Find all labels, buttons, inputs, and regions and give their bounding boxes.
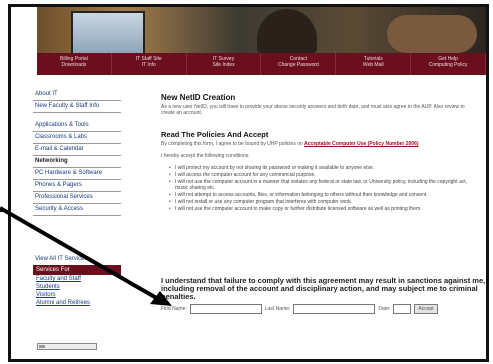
services-link[interactable]: Alumni and Retirees <box>33 299 121 307</box>
date-input[interactable] <box>393 304 412 314</box>
conditions-intro: I hereby accept the following conditions… <box>161 153 250 159</box>
sidebar-item[interactable]: About IT <box>33 89 121 101</box>
policy-paragraph: By completing this form, I agree to be b… <box>161 141 479 147</box>
nav-item-sublabel[interactable]: IT Info <box>112 62 186 69</box>
sidebar-item[interactable]: New Faculty & Staff Info <box>33 101 121 113</box>
signature-row: First Name: Last Name: Date: Accept <box>161 303 479 315</box>
nav-item-sublabel[interactable]: Downloads <box>37 62 111 69</box>
services-title: Services For <box>33 265 121 275</box>
sidebar-item[interactable]: Phones & Pagers <box>33 180 121 192</box>
policies-heading: Read The Policies And Accept <box>161 130 269 139</box>
nav-item[interactable]: Get Help Computing Policy <box>411 53 486 75</box>
scrollbar-thumb[interactable] <box>39 345 45 348</box>
conditions-list: I will protect my account by not sharing… <box>161 165 479 212</box>
condition-item: I will not install or use any computer p… <box>169 199 479 205</box>
sidebar-item[interactable]: E-mail & Calendar <box>33 144 121 156</box>
nav-item-sublabel[interactable]: Computing Policy <box>411 62 485 69</box>
services-link[interactable]: Visitors <box>33 291 121 299</box>
nav-item[interactable]: Contact Change Password <box>261 53 337 75</box>
header-banner-image <box>37 7 486 55</box>
first-name-input[interactable] <box>189 304 262 314</box>
nav-item[interactable]: IT Staff Site IT Info <box>112 53 187 75</box>
policy-link[interactable]: Acceptable Computer Use (Policy Number 2… <box>304 141 418 147</box>
condition-item: I will not use the computer account in a… <box>169 179 479 191</box>
horizontal-scrollbar[interactable] <box>37 343 97 350</box>
date-label: Date: <box>378 306 391 312</box>
person-graphic <box>257 9 317 53</box>
condition-item: I will access the computer account for a… <box>169 172 479 178</box>
services-link[interactable]: Faculty and Staff <box>33 275 121 283</box>
hand-graphic <box>387 15 477 53</box>
sidebar-item[interactable]: Professional Services <box>33 192 121 204</box>
sidebar-item[interactable]: Applications & Tools <box>33 120 121 132</box>
services-for-box: Services For Faculty and Staff Students Vi… <box>33 265 121 307</box>
condition-item: I will not attempt to access accounts, f… <box>169 192 479 198</box>
page-title: New NetID Creation <box>161 93 236 102</box>
consent-statement: I understand that failure to comply with… <box>161 276 486 301</box>
nav-item[interactable]: Billing Portal Downloads <box>37 53 112 75</box>
arrow-tail <box>0 210 6 212</box>
policy-text: By completing this form, I agree to be b… <box>161 141 305 147</box>
monitor-graphic <box>71 11 145 55</box>
screenshot-frame: Billing Portal Downloads IT Staff Site IT I… <box>8 4 489 362</box>
nav-item-sublabel[interactable]: Change Password <box>261 62 335 69</box>
last-name-input[interactable] <box>293 304 376 314</box>
sidebar-item[interactable]: PC Hardware & Software <box>33 168 121 180</box>
nav-item[interactable]: Tutorials Web Mail <box>336 53 412 75</box>
nav-item-sublabel[interactable]: Web Mail <box>336 62 410 69</box>
sidebar-item[interactable]: Networking <box>33 156 121 168</box>
condition-item: I will protect my account by not sharing… <box>169 165 479 171</box>
sidebar-item[interactable]: Classrooms & Labs <box>33 132 121 144</box>
accept-button[interactable]: Accept <box>414 304 438 314</box>
nav-item[interactable]: IT Survey Site Index <box>187 53 262 75</box>
first-name-label: First Name: <box>161 306 187 312</box>
intro-paragraph: As a new user NetID, you will have to pr… <box>161 104 465 116</box>
nav-item-sublabel[interactable]: Site Index <box>187 62 261 69</box>
sidebar: About IT New Faculty & Staff Info Applicat… <box>33 89 121 266</box>
top-nav: Billing Portal Downloads IT Staff Site IT I… <box>37 53 486 75</box>
services-link[interactable]: Students <box>33 283 121 291</box>
last-name-label: Last Name: <box>264 306 291 312</box>
main-content: New NetID Creation As a new user NetID, … <box>161 93 479 213</box>
sidebar-item[interactable]: Security & Access <box>33 204 121 216</box>
condition-item: I will not use the computer account to m… <box>169 206 479 212</box>
